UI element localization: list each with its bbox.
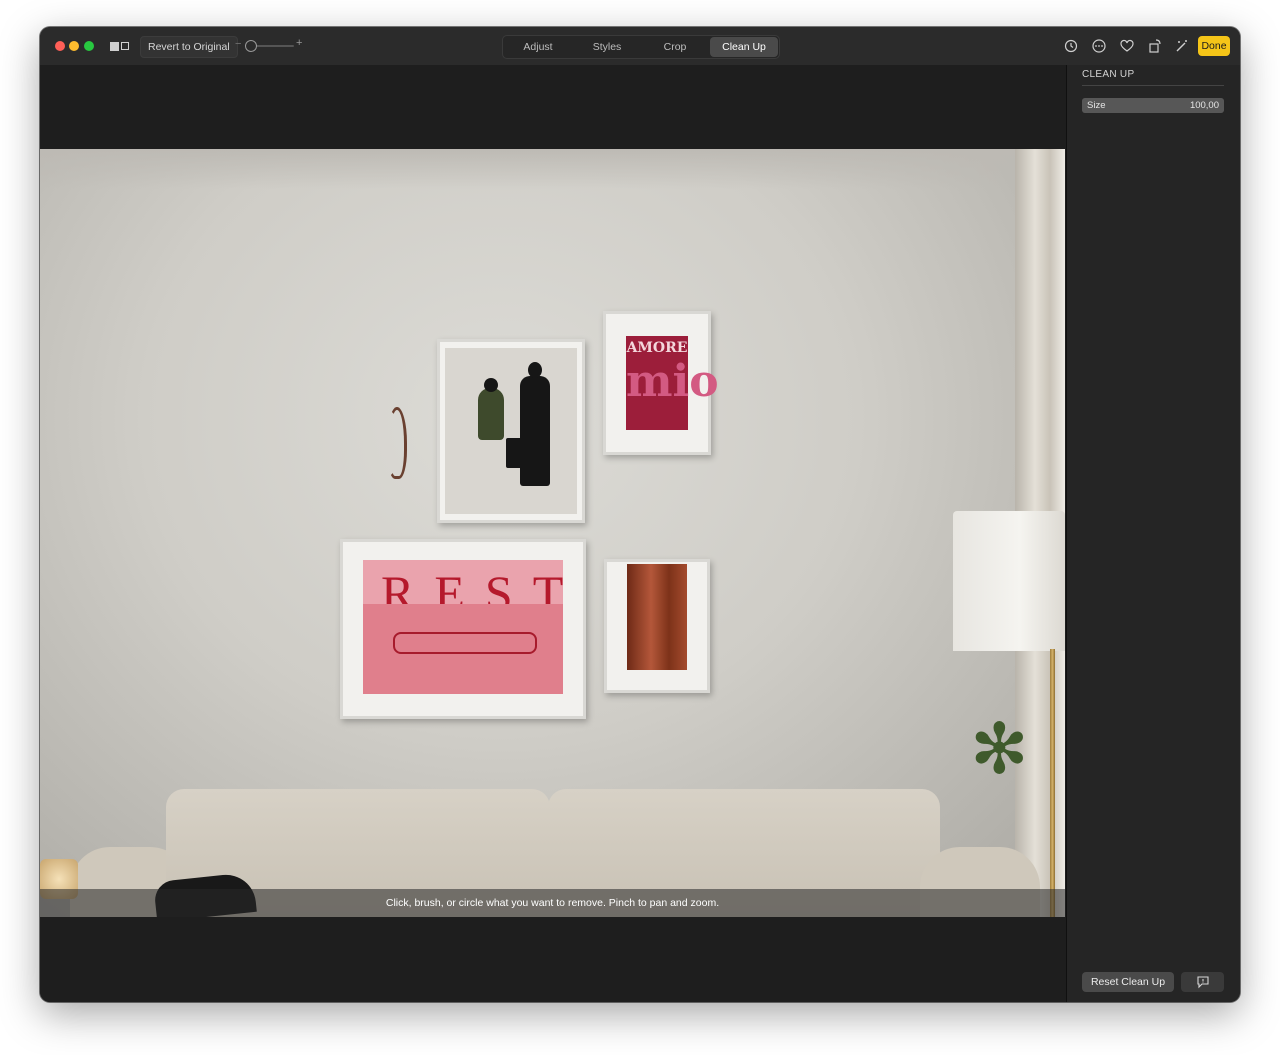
poster-figure-girl — [478, 388, 504, 440]
rotate-icon[interactable] — [1147, 38, 1163, 54]
poster-amore-art: AMORE mio — [626, 336, 719, 430]
photo-poster-amore: AMORE mio — [603, 311, 719, 455]
feedback-button[interactable] — [1181, 972, 1224, 992]
poster-figure-man-head — [528, 362, 542, 378]
poster-figure-girl-head — [484, 378, 498, 392]
magic-wand-icon[interactable] — [1174, 38, 1190, 54]
close-window-button[interactable] — [55, 41, 65, 51]
sidebar-title: CLEAN UP — [1082, 69, 1135, 80]
photo-canvas[interactable]: AMORE mio REST ✻ Click, brush, or circle… — [40, 65, 1066, 1002]
feedback-icon — [1196, 976, 1209, 989]
photo-poster-copper — [604, 559, 710, 693]
tab-clean-up[interactable]: Clean Up — [710, 37, 778, 57]
photo-ceiling — [40, 149, 1065, 189]
zoom-slider-knob[interactable] — [245, 40, 257, 52]
compare-before-icon — [110, 42, 119, 51]
poster-amore-line2: mio — [626, 356, 719, 407]
done-button[interactable]: Done — [1198, 36, 1230, 56]
photo-poster-leon — [437, 339, 585, 523]
toolbar: Revert to Original − + Adjust Styles Cro… — [40, 27, 1240, 66]
minimize-window-button[interactable] — [69, 41, 79, 51]
size-slider[interactable]: Size 100,00 — [1082, 98, 1224, 113]
size-slider-value: 100,00 — [1189, 100, 1219, 111]
zoom-in-icon[interactable]: + — [296, 37, 302, 49]
poster-leon-art — [445, 348, 577, 514]
favorite-heart-icon[interactable] — [1119, 38, 1135, 54]
maximize-window-button[interactable] — [84, 41, 94, 51]
photos-editor-window: Revert to Original − + Adjust Styles Cro… — [40, 27, 1240, 1002]
size-slider-label: Size — [1087, 100, 1106, 111]
clean-up-sidebar: CLEAN UP Size 100,00 Reset Clean Up — [1066, 65, 1240, 1002]
poster-rest-figure — [393, 632, 537, 654]
photo-wall-ornament — [387, 407, 407, 479]
tab-adjust[interactable]: Adjust — [504, 37, 572, 57]
compare-original-button[interactable] — [110, 40, 130, 52]
poster-figure-man — [520, 376, 550, 486]
rotate-history-icon[interactable] — [1063, 38, 1079, 54]
tab-styles[interactable]: Styles — [573, 37, 641, 57]
edit-mode-tabs: Adjust Styles Crop Clean Up — [502, 35, 780, 59]
more-options-icon[interactable] — [1091, 38, 1107, 54]
poster-figure-bag — [506, 438, 526, 468]
poster-copper-art — [627, 564, 687, 670]
sidebar-divider — [1082, 85, 1224, 86]
poster-rest-art: REST — [363, 560, 563, 694]
photo-lamp-shade — [953, 511, 1065, 651]
photo-poster-rest: REST — [340, 539, 586, 719]
revert-to-original-button[interactable]: Revert to Original — [140, 36, 238, 58]
compare-after-icon — [121, 42, 129, 50]
edited-photo[interactable]: AMORE mio REST ✻ Click, brush, or circle… — [40, 149, 1065, 917]
poster-amore-line1: AMORE — [626, 340, 688, 356]
zoom-out-icon[interactable]: − — [235, 38, 241, 50]
clean-up-hint: Click, brush, or circle what you want to… — [40, 889, 1065, 917]
tab-crop[interactable]: Crop — [641, 37, 709, 57]
reset-clean-up-button[interactable]: Reset Clean Up — [1082, 972, 1174, 992]
